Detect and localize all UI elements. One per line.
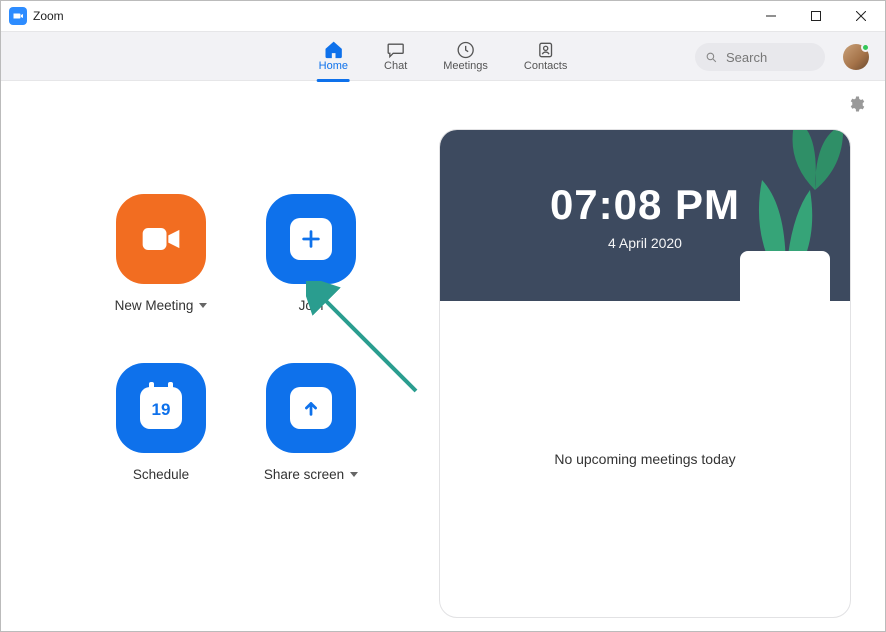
current-time: 07:08 PM	[550, 181, 740, 229]
chat-icon	[386, 40, 406, 60]
action-label: New Meeting	[115, 298, 194, 313]
plant-pot-decoration	[740, 251, 830, 301]
tab-chat[interactable]: Chat	[382, 36, 409, 76]
calendar-body: No upcoming meetings today	[440, 301, 850, 617]
search-placeholder: Search	[726, 50, 767, 65]
action-join: Join	[236, 194, 386, 313]
maximize-button[interactable]	[793, 1, 838, 31]
action-label: Schedule	[133, 467, 189, 482]
action-share-screen: Share screen	[236, 363, 386, 482]
no-meetings-text: No upcoming meetings today	[554, 451, 735, 467]
action-grid: New Meeting Join 19	[86, 194, 386, 482]
action-label: Share screen	[264, 467, 344, 482]
main-body: New Meeting Join 19	[1, 81, 885, 631]
presence-indicator	[861, 43, 870, 52]
window-controls	[748, 1, 883, 31]
tab-label: Home	[319, 60, 348, 72]
minimize-button[interactable]	[748, 1, 793, 31]
action-label: Join	[299, 298, 324, 313]
settings-button[interactable]	[847, 95, 865, 118]
clock-icon	[456, 40, 476, 60]
search-input[interactable]: Search	[695, 43, 825, 71]
calendar-hero: 07:08 PM 4 April 2020	[440, 130, 850, 301]
tab-home[interactable]: Home	[317, 36, 350, 76]
contacts-icon	[536, 40, 556, 60]
tab-label: Meetings	[443, 60, 488, 72]
avatar[interactable]	[843, 44, 869, 70]
share-screen-button[interactable]	[266, 363, 356, 453]
schedule-button[interactable]: 19	[116, 363, 206, 453]
top-nav: Home Chat Meetings Contacts Search	[1, 31, 885, 81]
app-title: Zoom	[33, 9, 64, 23]
chevron-down-icon[interactable]	[350, 472, 358, 477]
tab-label: Contacts	[524, 60, 567, 72]
home-icon	[323, 40, 343, 60]
new-meeting-button[interactable]	[116, 194, 206, 284]
title-bar: Zoom	[1, 1, 885, 31]
tab-label: Chat	[384, 60, 407, 72]
tab-contacts[interactable]: Contacts	[522, 36, 569, 76]
action-new-meeting: New Meeting	[86, 194, 236, 313]
calendar-icon: 19	[140, 387, 182, 429]
close-button[interactable]	[838, 1, 883, 31]
plus-icon	[290, 218, 332, 260]
upload-arrow-icon	[290, 387, 332, 429]
join-button[interactable]	[266, 194, 356, 284]
action-schedule: 19 Schedule	[86, 363, 236, 482]
video-icon	[139, 217, 183, 261]
chevron-down-icon[interactable]	[199, 303, 207, 308]
app-icon	[9, 7, 27, 25]
tab-meetings[interactable]: Meetings	[441, 36, 490, 76]
calendar-day: 19	[152, 400, 171, 420]
calendar-card: 07:08 PM 4 April 2020 No upcoming meetin…	[439, 129, 851, 618]
current-date: 4 April 2020	[608, 235, 682, 251]
search-icon	[705, 51, 718, 64]
